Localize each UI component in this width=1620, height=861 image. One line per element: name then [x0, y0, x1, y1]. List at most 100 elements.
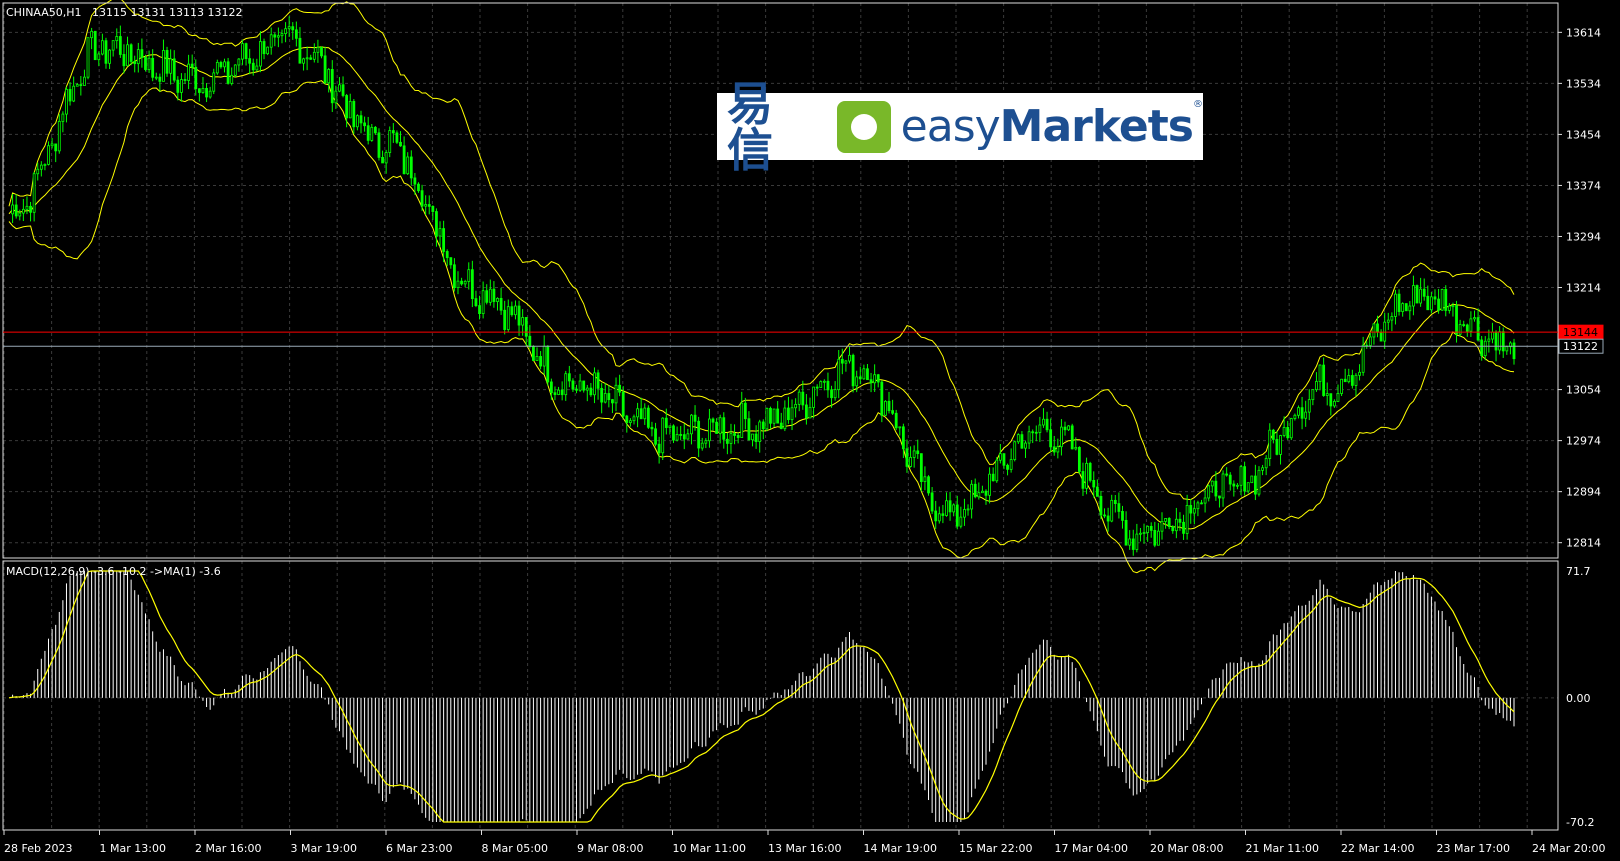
candle-body — [625, 415, 629, 423]
candle-body — [690, 414, 693, 435]
candle-body — [675, 434, 679, 441]
candle-body — [1110, 499, 1114, 522]
time-label: 23 Mar 17:00 — [1437, 842, 1510, 855]
candle-body — [1139, 532, 1142, 535]
candle-body — [801, 391, 805, 406]
candle-body — [840, 358, 844, 364]
candle-body — [75, 84, 79, 87]
candle-body — [223, 61, 226, 68]
candle-body — [1077, 447, 1081, 472]
candle-body — [560, 389, 564, 396]
time-label: 21 Mar 11:00 — [1246, 842, 1319, 855]
candle-body — [32, 173, 36, 213]
candle-body — [808, 406, 812, 419]
candle-body — [858, 376, 862, 380]
candle-body — [36, 168, 40, 175]
candle-body — [1171, 526, 1175, 532]
symbol-label: CHINAA50,H1 — [6, 6, 82, 19]
macd-tick-label: -70.2 — [1566, 816, 1594, 829]
candle-body — [679, 434, 683, 436]
candle-body — [1016, 434, 1020, 443]
candle-body — [603, 393, 607, 403]
candle-body — [1207, 485, 1211, 499]
candle-body — [1146, 525, 1150, 533]
candle-body — [1361, 344, 1365, 373]
candle-body — [1444, 289, 1448, 311]
candle-body — [1419, 288, 1423, 304]
candle-body — [1232, 483, 1236, 487]
logo-registered: ® — [1193, 99, 1203, 110]
candle-body — [1210, 480, 1214, 487]
candle-body — [894, 412, 898, 429]
candle-body — [1447, 305, 1451, 311]
candle-body — [1390, 316, 1394, 321]
candle-body — [93, 30, 97, 61]
candle-body — [1491, 331, 1494, 340]
candle-body — [514, 305, 517, 316]
candle-body — [320, 46, 323, 57]
candle-body — [377, 132, 381, 158]
candle-body — [1099, 495, 1103, 516]
candle-body — [866, 368, 869, 381]
candle-body — [481, 290, 485, 315]
candle-body — [1383, 321, 1387, 342]
candle-body — [1264, 458, 1268, 469]
candle-body — [180, 79, 183, 93]
candle-body — [1178, 518, 1182, 523]
candle-body — [1282, 427, 1286, 436]
candle-body — [460, 280, 463, 285]
candle-body — [341, 84, 345, 96]
candle-body — [424, 204, 428, 207]
candle-body — [1404, 303, 1408, 312]
candle-body — [316, 46, 320, 53]
candle-body — [1476, 317, 1480, 341]
candle-body — [1297, 407, 1300, 416]
candle-body — [205, 87, 208, 98]
candle-body — [345, 95, 349, 119]
candle-body — [280, 33, 284, 37]
candle-body — [984, 490, 988, 496]
price-tick-label: 13294 — [1566, 230, 1601, 243]
candle-body — [83, 76, 86, 86]
candle-body — [733, 433, 736, 436]
candle-body — [1397, 293, 1401, 312]
candle-body — [1092, 479, 1096, 488]
candle-body — [413, 177, 417, 185]
candle-body — [162, 50, 165, 82]
candle-body — [488, 288, 492, 303]
candle-body — [1218, 495, 1221, 499]
candle-body — [618, 384, 622, 393]
candle-body — [912, 450, 916, 458]
candle-body — [1286, 427, 1290, 439]
candle-body — [391, 130, 395, 134]
price-tick-label: 12894 — [1566, 486, 1601, 499]
candle-body — [1131, 538, 1135, 550]
candle-body — [1329, 393, 1333, 407]
candle-body — [848, 354, 851, 362]
candle-body — [169, 58, 173, 74]
candle-body — [259, 41, 262, 67]
candle-body — [14, 204, 18, 217]
candle-body — [876, 374, 880, 383]
candle-body — [11, 204, 14, 215]
candle-body — [452, 264, 456, 289]
candle-body — [1149, 525, 1153, 531]
candle-body — [851, 354, 855, 387]
candle-body — [1225, 473, 1229, 476]
candle-body — [1372, 323, 1376, 338]
price-tick-label: 13454 — [1566, 128, 1601, 141]
candle-body — [743, 402, 747, 420]
candle-body — [1070, 425, 1074, 450]
candle-body — [65, 88, 68, 115]
candle-body — [711, 418, 715, 423]
candle-body — [873, 374, 877, 384]
candle-body — [632, 416, 636, 422]
candle-body — [869, 379, 873, 384]
candle-body — [981, 490, 984, 494]
candle-body — [578, 380, 582, 391]
candle-body — [266, 46, 270, 55]
macd-label: MACD(12,26,9) -3.6 -10.2 ->MA(1) -3.6 — [6, 565, 221, 578]
candle-body — [765, 407, 769, 430]
logo-wordmark: easyMarkets — [900, 100, 1194, 152]
candle-body — [1128, 538, 1132, 546]
